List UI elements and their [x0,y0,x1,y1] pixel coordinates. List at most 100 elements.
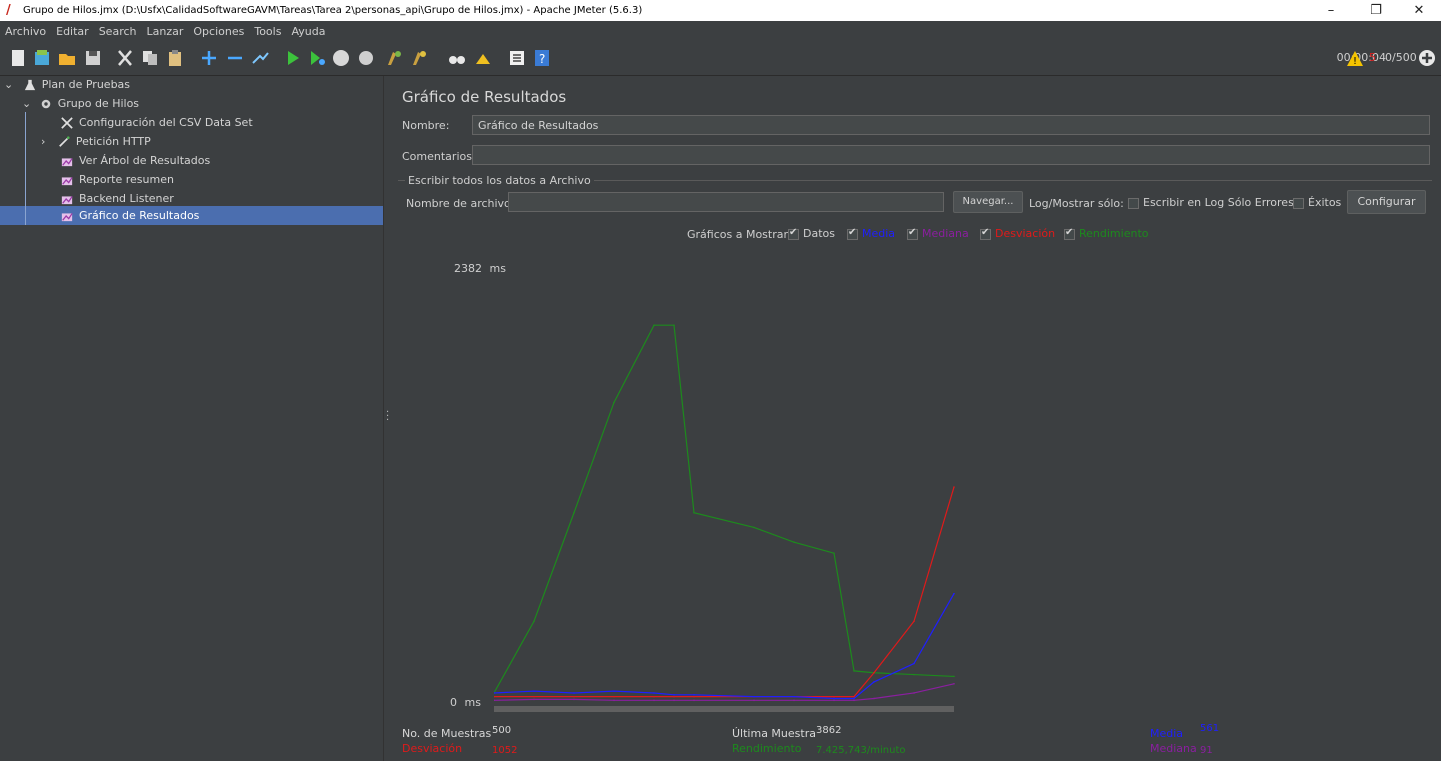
menu-search[interactable]: Search [94,25,142,38]
tree-item-summary-report[interactable]: Reporte resumen [60,171,174,189]
reset-search-icon[interactable] [474,49,492,67]
split-pane-divider[interactable]: · · · [383,76,392,761]
x-axis-bar [494,706,954,712]
errors-only-checkbox[interactable]: Escribir en Log Sólo Errores [1128,196,1294,209]
clear-icon[interactable] [385,49,403,67]
start-no-pauses-icon[interactable] [308,49,326,67]
tree-item-thread-group[interactable]: ⌄ Grupo de Hilos [22,95,139,113]
maximize-button[interactable]: ❐ [1356,0,1396,21]
last-sample-value: 3862 [816,725,842,736]
new-file-icon[interactable] [9,49,27,67]
series-point-mediana [793,699,795,702]
flask-icon [24,79,35,91]
tree-item-graph-results[interactable]: Gráfico de Resultados [60,207,199,225]
toggle-icon[interactable] [251,49,269,67]
menu-lanzar[interactable]: Lanzar [142,25,189,38]
test-plan-tree: ⌄ Plan de Pruebas ⌄ Grupo de Hilos Confi… [0,76,383,761]
checkbox-box[interactable] [1064,227,1075,240]
median-label: Mediana [1150,742,1197,755]
menu-opciones[interactable]: Opciones [188,25,249,38]
copy-icon[interactable] [141,49,159,67]
tree-item-http-request[interactable]: › Petición HTTP [41,133,151,151]
check-datos[interactable]: Datos [788,227,835,240]
series-point-media [653,692,655,694]
configure-button[interactable]: Configurar [1347,190,1426,214]
start-icon[interactable] [284,49,302,67]
open-icon[interactable] [58,49,76,67]
tree-item-label: Grupo de Hilos [57,97,140,110]
tree-item-label: Gráfico de Resultados [79,209,200,222]
checkbox-box[interactable] [980,227,991,240]
active-threads: 0/500 [1385,51,1417,64]
menu-archivo[interactable]: Archivo [0,25,51,38]
help-icon[interactable]: ? [533,49,551,67]
warning-icon[interactable]: ! [1346,50,1364,67]
save-icon[interactable] [84,49,102,67]
check-mediana-label: Mediana [922,227,969,240]
series-point-mediana [753,699,755,702]
chevron-down-icon[interactable]: ⌄ [4,78,13,91]
error-count: 5 [1369,51,1376,64]
series-point-desviación [613,695,615,698]
browse-button[interactable]: Navegar... [953,191,1023,213]
series-point-media [913,662,915,665]
y-min-unit: ms [464,696,481,709]
menu-tools[interactable]: Tools [249,25,286,38]
check-desviacion-label: Desviación [995,227,1056,240]
tree-item-view-results-tree[interactable]: Ver Árbol de Resultados [60,152,210,170]
check-media[interactable]: Media [847,227,895,240]
series-line-desviación [494,486,955,698]
series-point-desviación [673,695,675,698]
check-rendimiento-label: Rendimiento [1079,227,1149,240]
comments-field[interactable] [472,145,1430,165]
series-point-rendimiento [673,324,675,327]
expand-icon[interactable] [200,49,218,67]
checkbox-box[interactable] [1128,197,1139,209]
toolbar: ? 00:00:04 ! 5 0/500 [0,41,1441,76]
series-point-rendimiento [793,541,795,543]
results-graph [494,324,955,712]
throughput-label: Rendimiento [732,742,802,755]
series-point-mediana [853,699,855,702]
success-only-checkbox[interactable]: Éxitos [1293,196,1341,209]
checkbox-box[interactable] [1293,197,1304,209]
filename-field[interactable] [508,192,944,212]
divider-grip-icon[interactable]: · · · [386,408,389,426]
series-point-media [673,694,675,696]
search-binoculars-icon[interactable] [448,49,466,67]
checkbox-box[interactable] [847,227,858,240]
throughput-value: 7.425,743/minuto [816,745,906,756]
series-point-mediana [673,699,675,702]
cut-icon[interactable] [116,49,134,67]
check-rendimiento[interactable]: Rendimiento [1064,227,1148,240]
svg-text:?: ? [539,52,545,66]
checkbox-box[interactable] [907,227,918,240]
chevron-right-icon[interactable]: › [41,135,45,148]
collapse-icon[interactable] [226,49,244,67]
chevron-down-icon[interactable]: ⌄ [22,97,31,110]
check-mediana[interactable]: Mediana [907,227,969,240]
check-desviacion[interactable]: Desviación [980,227,1055,240]
series-point-desviación [853,695,855,698]
tree-item-csv-config[interactable]: Configuración del CSV Data Set [60,114,253,132]
wrench-icon [61,117,73,129]
tree-item-label: Plan de Pruebas [41,78,131,91]
comments-label: Comentarios [402,150,472,163]
checkbox-box[interactable] [788,227,799,240]
remote-start-all-icon[interactable] [1418,49,1436,67]
close-button[interactable]: ✕ [1399,0,1439,21]
paste-icon[interactable] [166,49,184,67]
name-field[interactable]: Gráfico de Resultados [472,115,1430,135]
tree-item-plan[interactable]: ⌄ Plan de Pruebas [4,76,130,94]
menu-ayuda[interactable]: Ayuda [286,25,330,38]
shutdown-icon[interactable] [357,49,375,67]
templates-icon[interactable] [33,49,51,67]
stop-icon[interactable] [332,49,350,67]
clear-all-icon[interactable] [410,49,428,67]
menu-editar[interactable]: Editar [51,25,94,38]
function-helper-icon[interactable] [508,49,526,67]
svg-text:!: ! [1353,56,1357,67]
tree-item-backend-listener[interactable]: Backend Listener [60,190,174,208]
minimize-button[interactable]: – [1311,0,1351,21]
series-point-rendimiento [853,670,855,672]
